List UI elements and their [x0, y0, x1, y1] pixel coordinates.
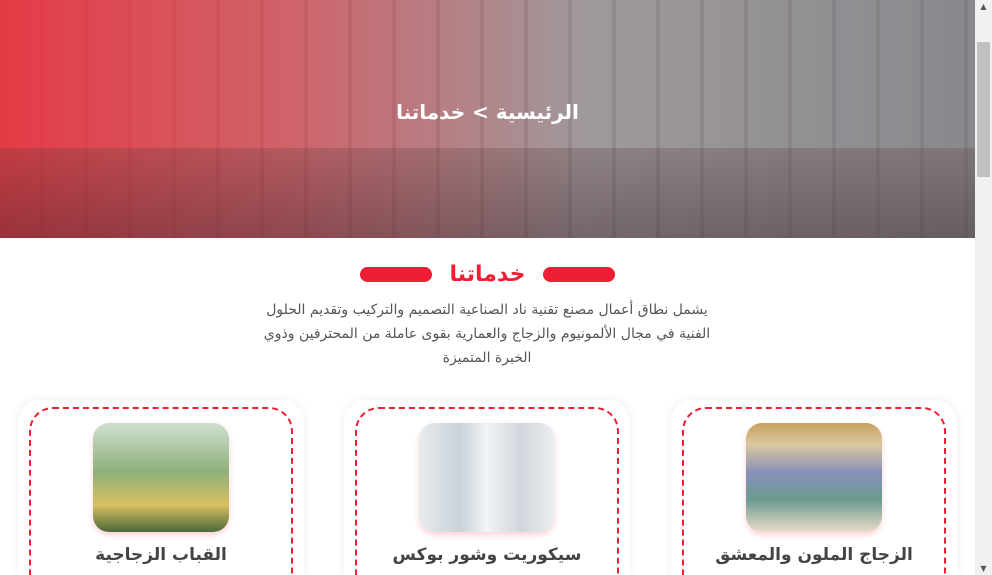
scrollbar-thumb[interactable] [977, 42, 990, 177]
heading-decoration-left [359, 267, 432, 282]
scroll-up-icon[interactable]: ▲ [975, 2, 992, 11]
scrollbar[interactable]: ▲ ▼ [975, 0, 992, 575]
glass-dome-image [93, 423, 229, 532]
section-description: يشمل نطاق أعمال مصنع تقنية ناد الصناعية … [263, 302, 711, 366]
stained-glass-image [746, 423, 882, 532]
service-card[interactable]: الزجاج الملون والمعشق [671, 400, 957, 575]
section-heading: خدماتنا [0, 262, 975, 287]
service-card[interactable]: سيكوريت وشور بوكس [344, 400, 630, 575]
card-title: القباب الزجاجية [95, 545, 227, 565]
scroll-down-icon[interactable]: ▼ [975, 564, 992, 573]
card-title: الزجاج الملون والمعشق [715, 545, 913, 565]
breadcrumb[interactable]: الرئيسية > خدماتنا [0, 100, 975, 124]
section-title: خدماتنا [449, 262, 526, 287]
card-title: سيكوريت وشور بوكس [392, 545, 582, 565]
page: الرئيسية > خدماتنا خدماتنا يشمل نطاق أعم… [0, 0, 975, 575]
heading-decoration-right [543, 267, 616, 282]
hero-background-image [0, 148, 975, 238]
service-card[interactable]: القباب الزجاجية [18, 400, 304, 575]
hero-banner: الرئيسية > خدماتنا [0, 0, 975, 238]
shower-box-image [419, 423, 555, 532]
